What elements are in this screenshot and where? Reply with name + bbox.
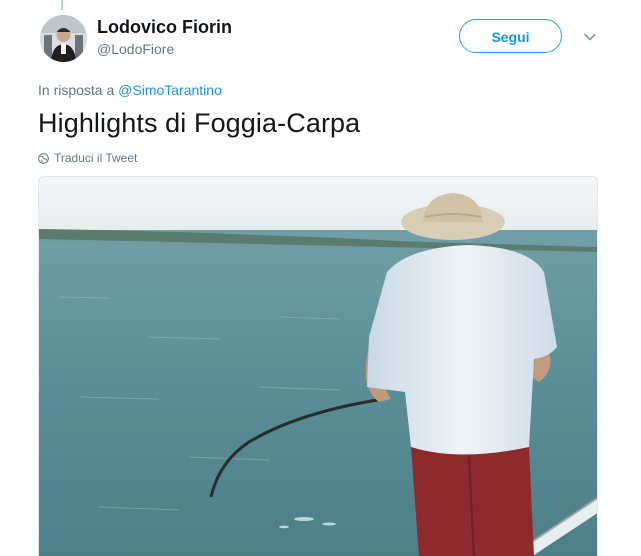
- translate-label: Traduci il Tweet: [54, 151, 138, 165]
- avatar[interactable]: [40, 15, 87, 62]
- profile-photo-icon: [40, 15, 87, 62]
- user-name[interactable]: Lodovico Fiorin: [97, 17, 232, 38]
- reply-mention-link[interactable]: @SimoTarantino: [118, 82, 222, 98]
- media-image: [39, 177, 597, 556]
- thread-connector: [61, 0, 63, 10]
- chevron-down-icon[interactable]: [582, 29, 598, 45]
- translate-tweet-link[interactable]: Traduci il Tweet: [38, 151, 137, 165]
- user-handle[interactable]: @LodoFiore: [97, 41, 174, 57]
- reply-prefix: In risposta a: [38, 82, 115, 98]
- reply-context: In risposta a @SimoTarantino: [38, 82, 222, 98]
- globe-icon: [38, 152, 49, 164]
- tweet-text: Highlights di Foggia-Carpa: [38, 108, 361, 138]
- follow-button[interactable]: Segui: [459, 19, 562, 53]
- tweet-media[interactable]: [38, 176, 598, 556]
